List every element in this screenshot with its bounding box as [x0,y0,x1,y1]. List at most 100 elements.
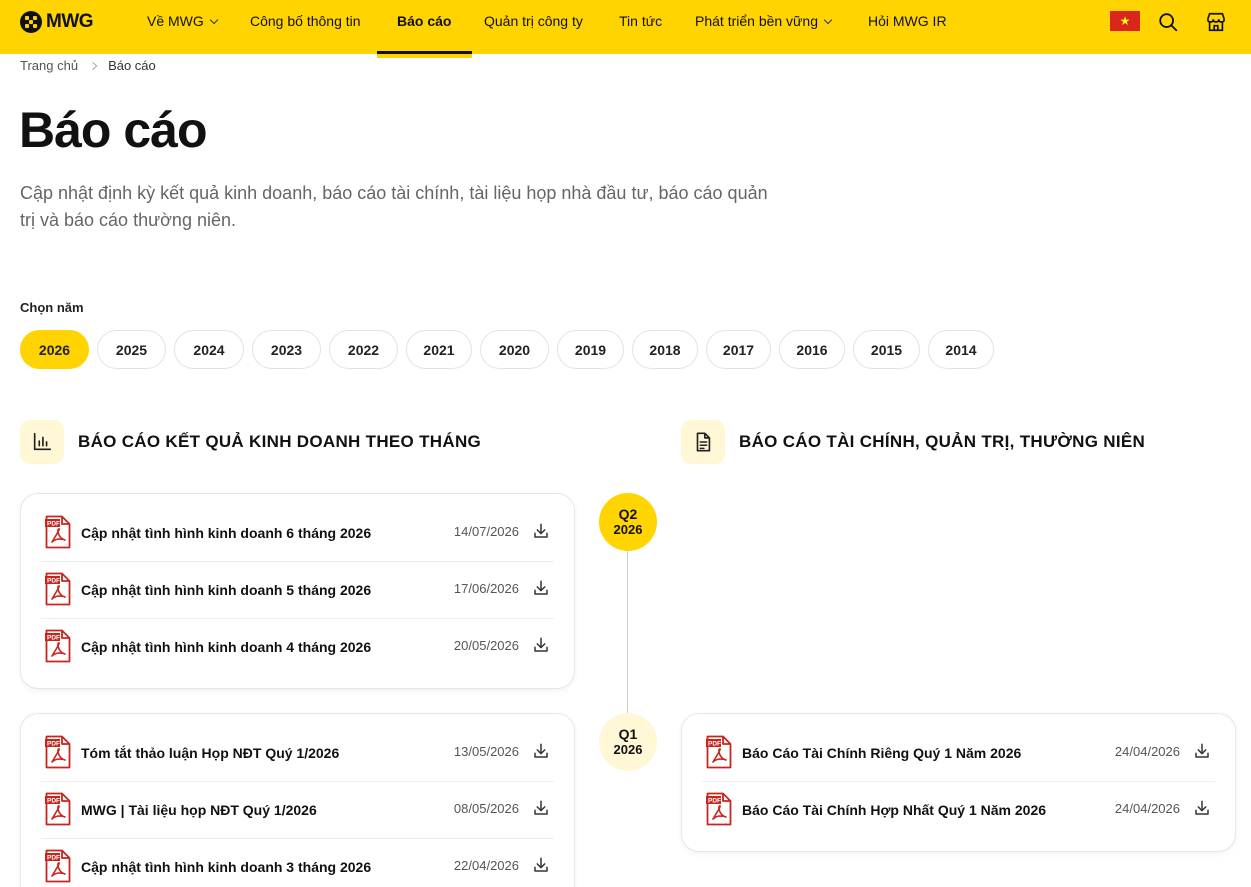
nav-item-label: Tin tức [619,13,663,29]
report-title[interactable]: MWG | Tài liệu họp NĐT Quý 1/2026 [81,802,317,818]
svg-text:PDF: PDF [47,798,60,805]
year-pill-2015[interactable]: 2015 [853,330,920,369]
timeline-node-q1: Q1 2026 [599,713,657,771]
pdf-file-icon: PDF [45,792,71,831]
pdf-file-icon: PDF [45,849,71,887]
timeline-year: 2026 [613,742,643,757]
nav-item-phat-trien-ben-vung[interactable]: Phát triển bền vững [695,13,833,29]
svg-text:PDF: PDF [708,798,721,805]
year-pill-2021[interactable]: 2021 [406,330,472,369]
pdf-file-icon: PDF [45,735,71,774]
mwg-logo[interactable]: MWG [20,11,94,33]
top-navigation-bar: MWG Về MWG Công bố thông tin Báo cáo Quả… [0,0,1251,54]
year-pill-2023[interactable]: 2023 [252,330,321,369]
pdf-file-icon: PDF [706,792,732,831]
report-row[interactable]: PDF Cập nhật tình hình kinh doanh 6 thán… [41,505,554,562]
svg-text:PDF: PDF [47,578,60,585]
report-row[interactable]: PDF MWG | Tài liệu họp NĐT Quý 1/2026 08… [41,782,554,839]
report-row[interactable]: PDF Báo Cáo Tài Chính Hợp Nhất Quý 1 Năm… [702,782,1215,839]
report-title[interactable]: Tóm tắt thảo luận Họp NĐT Quý 1/2026 [81,745,339,761]
download-icon[interactable] [532,742,550,760]
download-icon[interactable] [532,636,550,654]
nav-item-label: Về MWG [147,13,204,29]
nav-item-label: Công bố thông tin [250,13,361,29]
year-pill-2018[interactable]: 2018 [632,330,698,369]
download-icon[interactable] [1193,742,1211,760]
nav-item-ve-mwg[interactable]: Về MWG [147,13,219,29]
download-icon[interactable] [532,579,550,597]
section-heading-financial: BÁO CÁO TÀI CHÍNH, QUẢN TRỊ, THƯỜNG NIÊN [681,420,1145,464]
nav-item-quan-tri-cong-ty[interactable]: Quản trị công ty [484,13,583,29]
report-title[interactable]: Cập nhật tình hình kinh doanh 3 tháng 20… [81,859,371,875]
report-title[interactable]: Cập nhật tình hình kinh doanh 6 tháng 20… [81,525,371,541]
report-date: 13/05/2026 [453,744,519,759]
svg-text:PDF: PDF [708,741,721,748]
year-pill-2024[interactable]: 2024 [174,330,244,369]
search-icon[interactable] [1157,11,1179,33]
report-date: 22/04/2026 [453,858,519,873]
report-row[interactable]: PDF Cập nhật tình hình kinh doanh 4 thán… [41,619,554,676]
nav-item-tin-tuc[interactable]: Tin tức [619,13,662,29]
page-description: Cập nhật định kỳ kết quả kinh doanh, báo… [20,183,768,230]
report-card-q2-monthly: PDF Cập nhật tình hình kinh doanh 6 thán… [20,493,575,689]
report-date: 14/07/2026 [453,524,519,539]
year-pill-2025[interactable]: 2025 [97,330,166,369]
timeline-line [627,550,628,715]
year-pill-2019[interactable]: 2019 [557,330,624,369]
year-pill-2026[interactable]: 2026 [20,330,89,369]
active-nav-indicator-outer [377,54,472,58]
report-title[interactable]: Báo Cáo Tài Chính Hợp Nhất Quý 1 Năm 202… [742,802,1046,818]
year-filter-label: Chọn năm [20,300,84,315]
report-date: 20/05/2026 [453,638,519,653]
timeline-node-q2: Q2 2026 [599,493,657,551]
timeline-quarter: Q2 [618,506,638,522]
chevron-down-icon [823,15,833,24]
timeline-year: 2026 [613,522,643,537]
report-card-q1-monthly: PDF Tóm tắt thảo luận Họp NĐT Quý 1/2026… [20,713,575,887]
chevron-right-icon [88,61,98,70]
bar-chart-icon [20,420,64,464]
download-icon[interactable] [532,856,550,874]
year-pill-2016[interactable]: 2016 [779,330,845,369]
download-icon[interactable] [532,522,550,540]
document-icon [681,420,725,464]
section-title: BÁO CÁO TÀI CHÍNH, QUẢN TRỊ, THƯỜNG NIÊN [739,432,1146,451]
report-title[interactable]: Cập nhật tình hình kinh doanh 4 tháng 20… [81,639,371,655]
report-row[interactable]: PDF Báo Cáo Tài Chính Riêng Quý 1 Năm 20… [702,725,1215,782]
report-row[interactable]: PDF Tóm tắt thảo luận Họp NĐT Quý 1/2026… [41,725,554,782]
timeline-quarter: Q1 [618,726,638,742]
nav-item-label: Quản trị công ty [484,13,583,29]
logo-text: MWG [46,11,94,32]
chevron-down-icon [209,15,219,24]
svg-text:PDF: PDF [47,855,60,862]
pdf-file-icon: PDF [45,629,71,668]
pdf-file-icon: PDF [45,572,71,611]
report-date: 17/06/2026 [453,581,519,596]
download-icon[interactable] [532,799,550,817]
svg-text:PDF: PDF [47,521,60,528]
breadcrumb-home-link[interactable]: Trang chủ [20,58,78,73]
nav-item-cong-bo-thong-tin[interactable]: Công bố thông tin [250,13,361,29]
report-date: 24/04/2026 [1114,801,1180,816]
svg-text:PDF: PDF [47,635,60,642]
report-title[interactable]: Cập nhật tình hình kinh doanh 5 tháng 20… [81,582,371,598]
download-icon[interactable] [1193,799,1211,817]
section-heading-monthly: BÁO CÁO KẾT QUẢ KINH DOANH THEO THÁNG [20,420,481,464]
report-date: 08/05/2026 [453,801,519,816]
year-pill-2014[interactable]: 2014 [928,330,994,369]
pdf-file-icon: PDF [45,515,71,554]
report-date: 24/04/2026 [1114,744,1180,759]
year-pill-2017[interactable]: 2017 [706,330,771,369]
store-icon[interactable] [1205,11,1227,33]
year-pill-2022[interactable]: 2022 [329,330,398,369]
report-title[interactable]: Báo Cáo Tài Chính Riêng Quý 1 Năm 2026 [742,745,1021,761]
nav-item-hoi-mwg-ir[interactable]: Hỏi MWG IR [868,13,947,29]
report-row[interactable]: PDF Cập nhật tình hình kinh doanh 3 thán… [41,839,554,887]
vietnam-flag-icon[interactable]: ★ [1110,11,1140,31]
year-pill-2020[interactable]: 2020 [480,330,549,369]
report-row[interactable]: PDF Cập nhật tình hình kinh doanh 5 thán… [41,562,554,619]
nav-item-label: Hỏi MWG IR [868,13,947,29]
logo-mark-icon [20,11,42,33]
nav-item-bao-cao[interactable]: Báo cáo [397,13,451,29]
report-card-q1-financial: PDF Báo Cáo Tài Chính Riêng Quý 1 Năm 20… [681,713,1236,852]
